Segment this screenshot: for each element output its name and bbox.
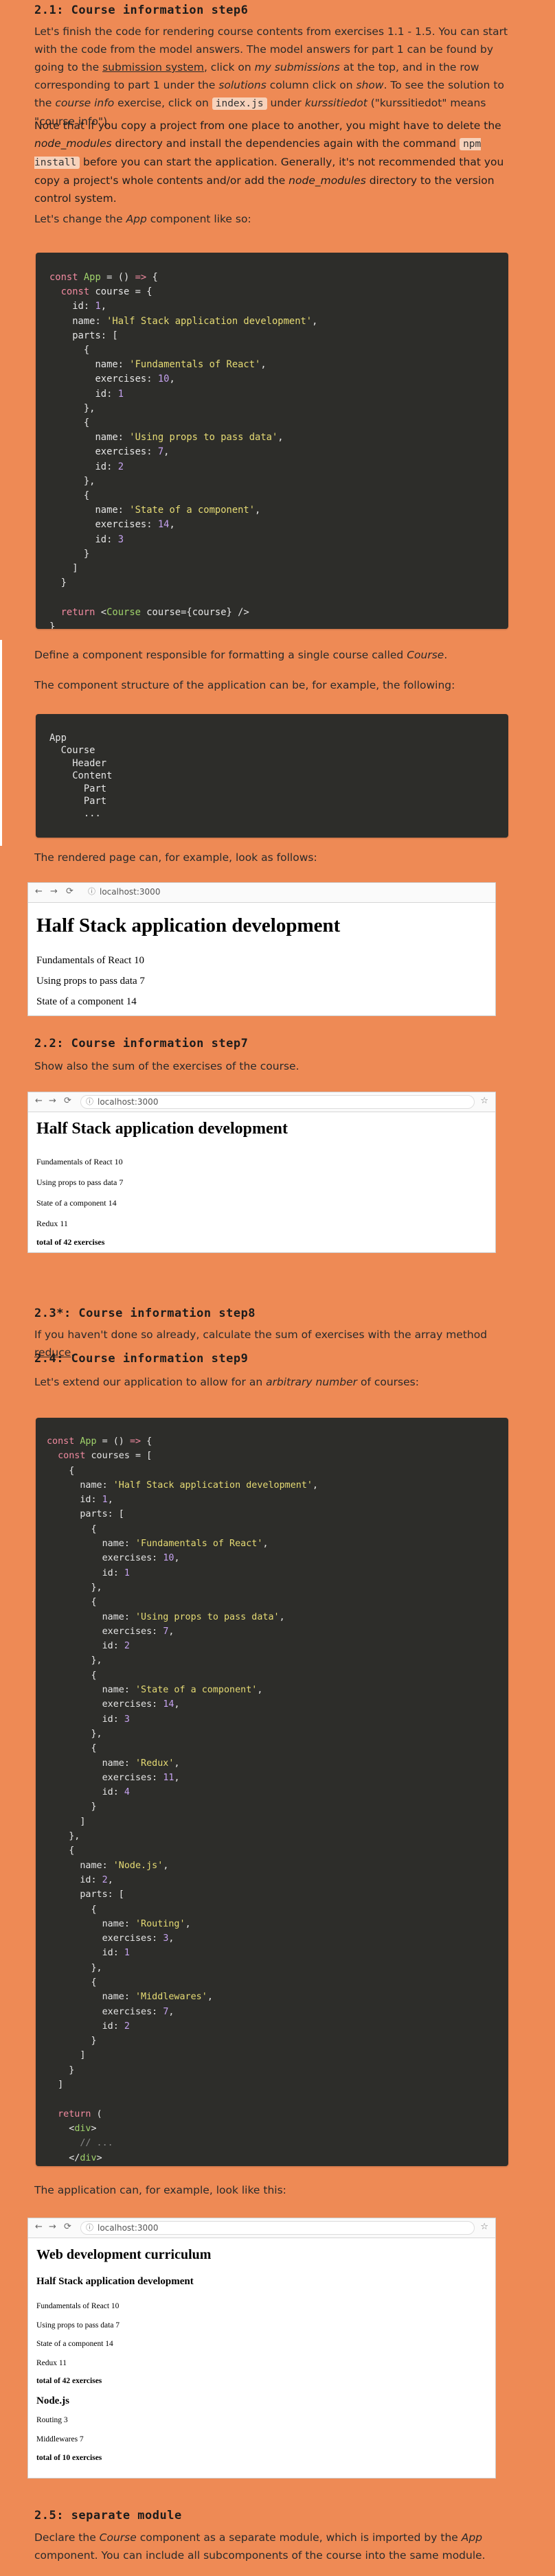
step6-paragraph-2: Note that if you copy a project from one…: [34, 119, 504, 205]
reload-icon: ⟳: [64, 1096, 71, 1106]
bookmark-star-icon: ☆: [480, 2222, 488, 2232]
part-line: Redux 11: [36, 1219, 68, 1228]
reload-icon: ⟳: [64, 2222, 71, 2232]
total-exercises: total of 42 exercises: [36, 2377, 102, 2385]
part-line: Using props to pass data 7: [36, 976, 145, 987]
step6-paragraph-1: Let's finish the code for rendering cour…: [34, 25, 508, 128]
browser-screenshot-3: ← → ⟳ ⓘ localhost:3000 ☆ Web development…: [27, 2218, 496, 2479]
total-exercises: total of 42 exercises: [36, 1237, 105, 1247]
forward-arrow-icon: →: [49, 2222, 56, 2232]
course-text: Course: [407, 649, 444, 661]
address-bar: ⓘ localhost:3000: [83, 886, 475, 898]
step8-heading: 2.3*: Course information step8: [34, 1307, 256, 1320]
tree-app: App: [49, 733, 67, 744]
part-line: Middlewares 7: [36, 2435, 84, 2443]
show-text: show: [356, 79, 384, 91]
solutions-text: solutions: [218, 79, 267, 91]
step9-paragraph-2: The application can, for example, look l…: [34, 2184, 286, 2196]
arbitrary-number-text: arbitrary number: [266, 1376, 358, 1388]
course-title: Half Stack application development: [36, 2276, 194, 2287]
index-js-code: index.js: [212, 97, 267, 110]
info-icon: ⓘ: [86, 2223, 93, 2232]
browser-toolbar: ← → ⟳ ⓘ localhost:3000 ☆: [28, 1092, 495, 1112]
step7-heading: 2.2: Course information step7: [34, 1037, 249, 1050]
tree-course: Course: [60, 745, 95, 757]
forward-arrow-icon: →: [49, 1096, 56, 1106]
forward-arrow-icon: →: [50, 886, 58, 897]
step6-paragraph-5: The component structure of the applicati…: [34, 679, 455, 691]
course-title: Half Stack application development: [36, 1120, 288, 1138]
step9-paragraph-1: Let's extend our application to allow fo…: [34, 1376, 419, 1388]
code-block-app-course: const App = () => { const course = { id:…: [36, 253, 508, 629]
reload-icon: ⟳: [66, 886, 73, 897]
url-text: localhost:3000: [98, 1097, 159, 1107]
part-line: Fundamentals of React 10: [36, 955, 145, 966]
node-modules-text: node_modules: [34, 137, 112, 150]
part-line: Redux 11: [36, 2359, 67, 2367]
step10-heading: 2.5: separate module: [34, 2509, 182, 2522]
course-title: Half Stack application development: [36, 915, 341, 936]
step10-paragraph-1: Declare the Course component as a separa…: [34, 2531, 486, 2562]
browser-toolbar: ← → ⟳ ⓘ localhost:3000: [28, 883, 495, 903]
address-bar: ⓘ localhost:3000: [80, 2221, 475, 2235]
kurssitiedot-text: kurssitiedot: [304, 97, 367, 109]
app-text: App: [126, 213, 147, 225]
step7-paragraph-1: Show also the sum of the exercises of th…: [34, 1060, 299, 1072]
url-text: localhost:3000: [98, 2223, 159, 2233]
back-arrow-icon: ←: [35, 886, 43, 897]
info-icon: ⓘ: [88, 887, 95, 896]
browser-screenshot-1: ← → ⟳ ⓘ localhost:3000 Half Stack applic…: [27, 882, 496, 1016]
submission-system-link[interactable]: submission system: [102, 61, 204, 73]
part-line: Fundamentals of React 10: [36, 1157, 123, 1166]
part-line: Routing 3: [36, 2416, 68, 2424]
step6-heading: 2.1: Course information step6: [34, 3, 249, 17]
tree-part: Part: [83, 783, 107, 794]
course2-title: Node.js: [36, 2395, 69, 2406]
part-line: State of a component 14: [36, 996, 137, 1007]
part-line: Fundamentals of React 10: [36, 2302, 120, 2310]
browser-screenshot-2: ← → ⟳ ⓘ localhost:3000 ☆ Half Stack appl…: [27, 1092, 496, 1253]
tree-header: Header: [72, 757, 107, 769]
bookmark-star-icon: ☆: [480, 1096, 488, 1106]
white-side-marker: [0, 640, 2, 846]
curriculum-title: Web development curriculum: [36, 2247, 212, 2262]
url-text: localhost:3000: [100, 887, 161, 897]
tree-part: Part: [83, 796, 107, 807]
step6-paragraph-6: The rendered page can, for example, look…: [34, 851, 317, 864]
back-arrow-icon: ←: [35, 1096, 43, 1106]
part-line: State of a component 14: [36, 2340, 113, 2348]
component-tree-block: App Course Header Content Part Part ...: [36, 714, 508, 838]
step6-paragraph-4: Define a component responsible for forma…: [34, 649, 448, 661]
part-line: Using props to pass data 7: [36, 2321, 120, 2330]
step6-paragraph-3: Let's change the App component like so:: [34, 213, 251, 225]
address-bar: ⓘ localhost:3000: [80, 1095, 475, 1109]
back-arrow-icon: ←: [35, 2222, 43, 2232]
part-line: Using props to pass data 7: [36, 1177, 124, 1187]
part-line: State of a component 14: [36, 1198, 117, 1208]
code-block-courses: const App = () => { const courses = [ { …: [36, 1418, 508, 2166]
my-submissions-text: my submissions: [254, 61, 340, 73]
browser-toolbar: ← → ⟳ ⓘ localhost:3000 ☆: [28, 2218, 495, 2238]
tree-content: Content: [72, 770, 113, 782]
tree-ellipsis: ...: [83, 808, 101, 820]
info-icon: ⓘ: [86, 1097, 93, 1106]
step9-heading: 2.4: Course information step9: [34, 1352, 249, 1366]
total-exercises: total of 10 exercises: [36, 2454, 102, 2462]
